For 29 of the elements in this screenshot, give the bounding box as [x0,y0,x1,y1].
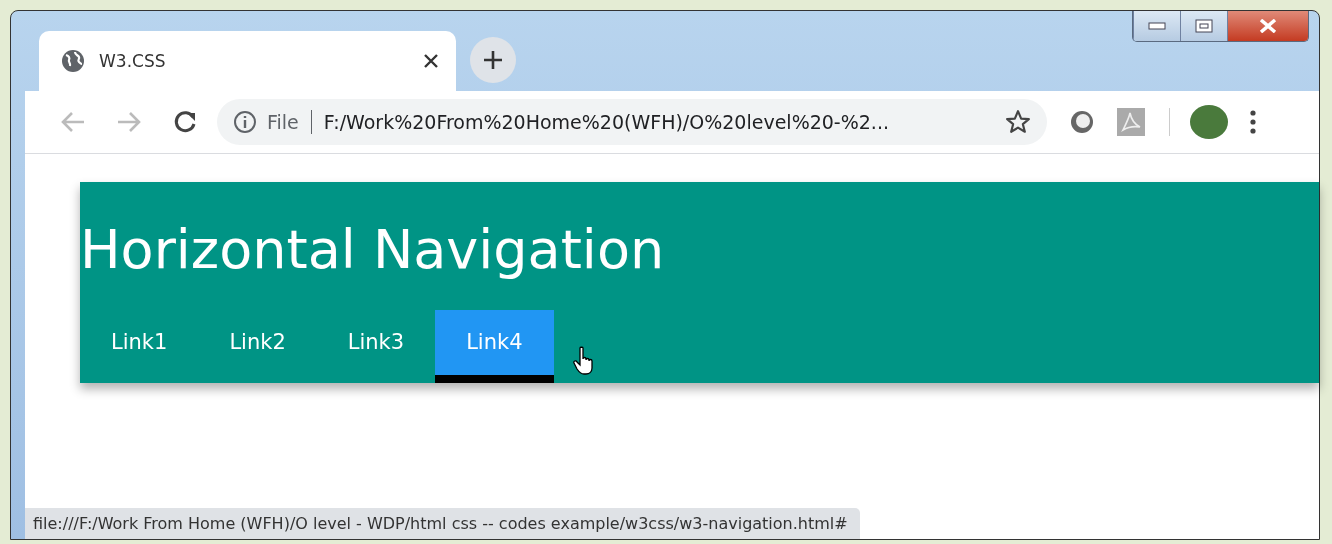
new-tab-button[interactable] [470,37,516,83]
menu-icon[interactable] [1250,110,1256,134]
tab-title: W3.CSS [99,51,167,71]
profile-avatar[interactable] [1190,105,1228,139]
nav-link[interactable]: Link1 [80,310,199,383]
scheme-label: File [267,110,312,134]
close-icon[interactable] [424,54,438,68]
reload-icon [172,109,198,135]
star-icon[interactable] [1005,109,1031,135]
forward-arrow-icon [116,111,142,133]
url-text: F:/Work%20From%20Home%20(WFH)/O%20level%20-%2... [323,111,890,133]
nav-link[interactable]: Link3 [316,310,436,383]
globe-icon [61,49,85,73]
minimize-icon [1148,22,1166,30]
address-bar[interactable]: File F:/Work%20From%20Home%20(WFH)/O%20level%20-%2... [217,99,1047,145]
maximize-icon [1195,19,1213,33]
back-arrow-icon [60,111,86,133]
plus-icon [483,50,503,70]
browser-tab[interactable]: W3.CSS [39,31,456,91]
page-heading: Horizontal Navigation [80,217,666,283]
info-icon[interactable] [233,110,257,134]
nav-link[interactable]: Link4 [435,310,554,383]
close-window-button[interactable] [1227,11,1308,41]
minimize-button[interactable] [1133,11,1180,41]
close-icon [1259,19,1277,33]
status-bar-url: file:///F:/Work From Home (WFH)/O level - WDP/html css -- codes example/w3css/w3-navigation.html# [25,508,860,539]
extension-icon[interactable] [1069,109,1095,135]
nav-link[interactable]: Link2 [198,310,317,383]
maximize-button[interactable] [1180,11,1227,41]
